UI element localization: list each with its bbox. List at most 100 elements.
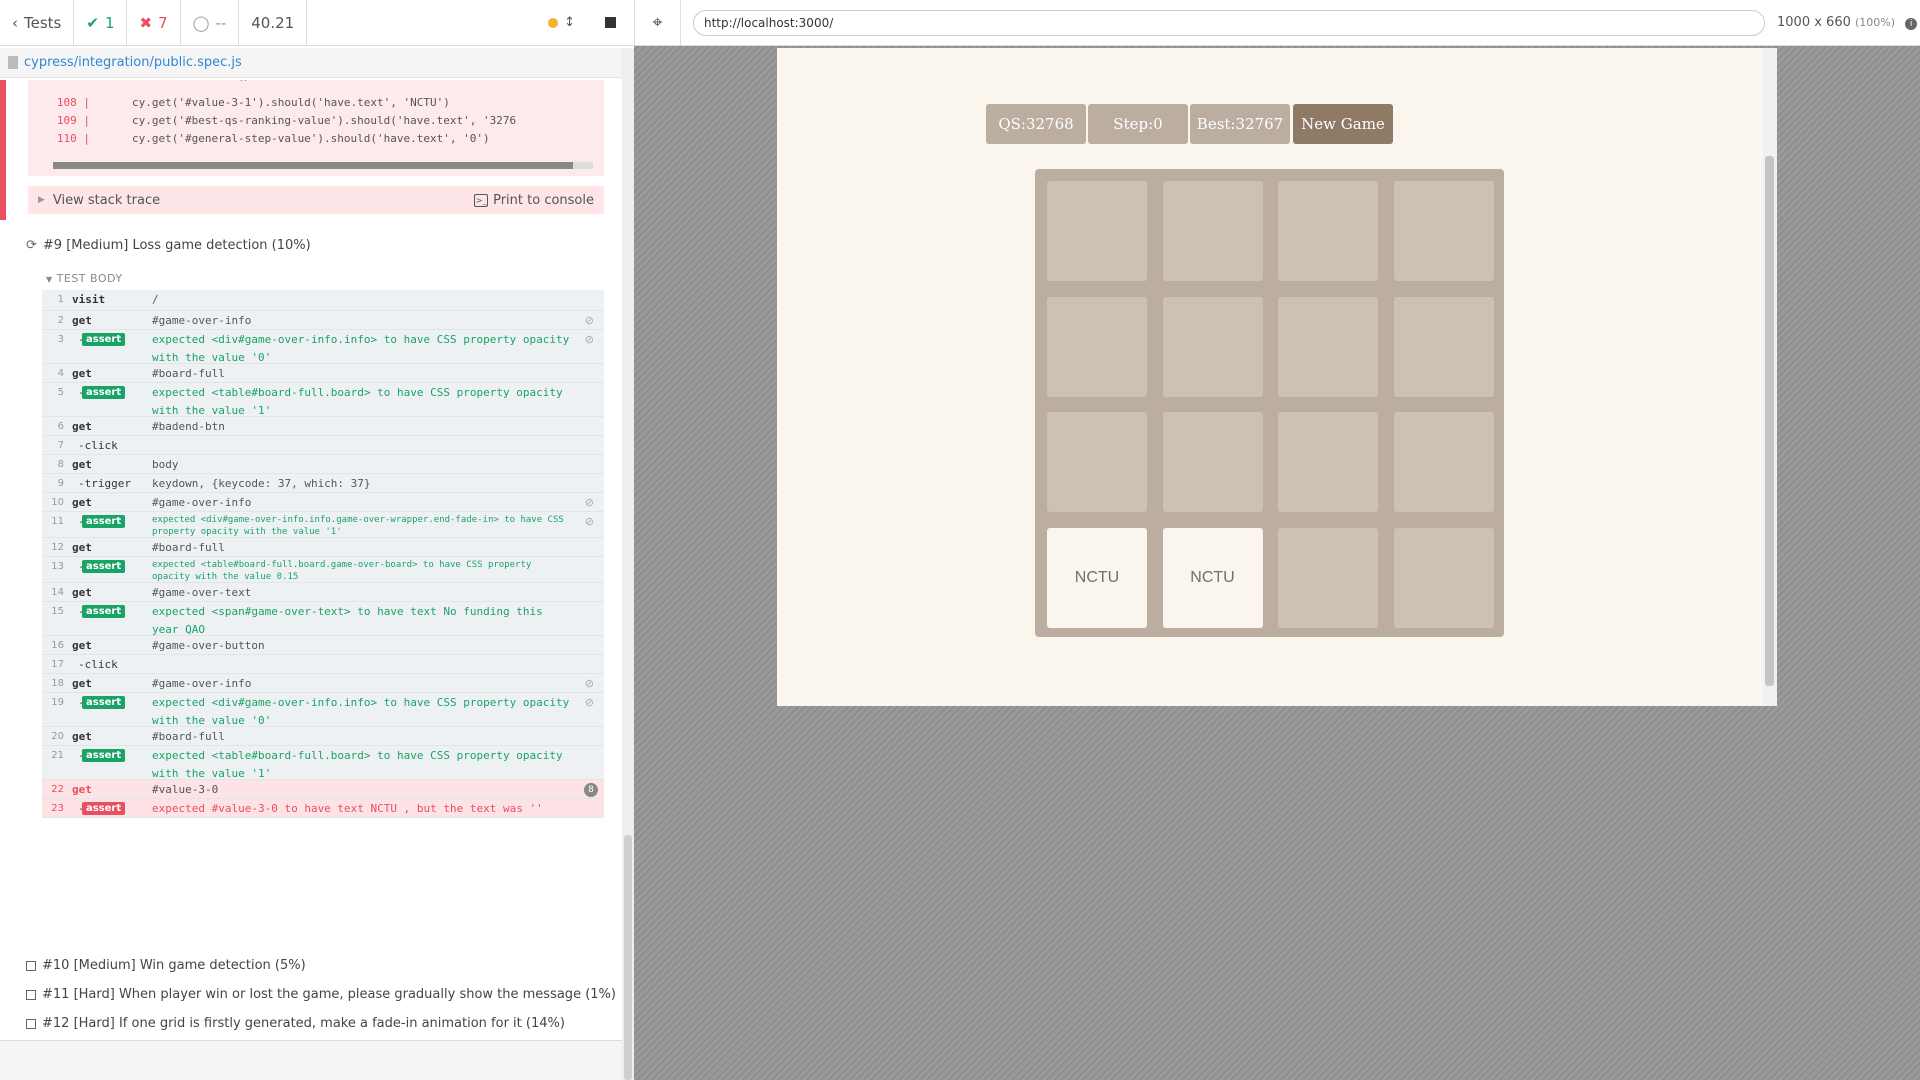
code-line: ^ — [240, 80, 247, 89]
code-scroll-thumb[interactable] — [53, 162, 573, 169]
command-message: body — [152, 458, 179, 471]
command-name: get — [72, 730, 92, 743]
test-10-title[interactable]: #10 [Medium] Win game detection (5%) — [26, 958, 306, 973]
command-row[interactable]: 6 get #badend-btn — [42, 417, 604, 436]
command-message: #game-over-info — [152, 496, 252, 509]
command-row[interactable]: 14 get #game-over-text — [42, 583, 604, 602]
command-message: #board-full — [152, 367, 225, 380]
command-message: #game-over-button — [152, 639, 265, 652]
file-icon — [8, 56, 18, 69]
stop-icon[interactable] — [605, 17, 616, 28]
command-number: 21 — [51, 750, 64, 761]
test-11-title[interactable]: #11 [Hard] When player win or lost the g… — [26, 987, 616, 1002]
command-number: 19 — [51, 697, 64, 708]
board-cell — [1162, 181, 1263, 281]
reporter-scrollbar-thumb[interactable] — [624, 835, 632, 1080]
command-row[interactable]: 12 get #board-full — [42, 538, 604, 557]
caret-down-icon: ▼ — [46, 275, 53, 284]
command-message: expected <table#board-full.board> to hav… — [152, 386, 563, 417]
url-bar[interactable]: http://localhost:3000/ — [693, 9, 1765, 36]
command-row[interactable]: 11-assertexpected <div#game-over-info.in… — [42, 512, 604, 538]
command-row[interactable]: 16 get #game-over-button — [42, 636, 604, 655]
code-line: 110 | cy.get('#general-step-value').shoul… — [56, 132, 490, 145]
command-number: 15 — [51, 606, 64, 617]
toggle-autoscroll-icon[interactable]: ↕ — [564, 15, 575, 30]
crosshair-icon[interactable]: ⌖ — [635, 0, 681, 46]
pin-badge-icon[interactable]: 8 — [584, 783, 598, 797]
run-controls: ↕ — [535, 0, 634, 45]
view-stack-trace-button[interactable]: View stack trace — [53, 193, 160, 208]
iframe-scrollbar-thumb[interactable] — [1765, 156, 1774, 686]
board-cell — [1047, 412, 1147, 512]
command-message: expected <div#game-over-info.info> to ha… — [152, 696, 570, 727]
info-icon[interactable]: i — [1905, 18, 1918, 30]
caret-right-icon: ▶ — [38, 195, 45, 205]
test-body-header[interactable]: ▼ TEST BODY — [46, 272, 123, 285]
command-row[interactable]: 22 get #value-3-0 8 — [42, 780, 604, 799]
back-to-tests-button[interactable]: ‹ Tests — [0, 0, 75, 45]
command-message: #game-over-info — [152, 314, 252, 327]
command-message: expected <table#board-full.board.game-ov… — [152, 560, 532, 582]
back-label: Tests — [24, 13, 62, 32]
command-message: #board-full — [152, 541, 225, 554]
command-name: get — [72, 314, 92, 327]
command-name: get — [72, 541, 92, 554]
running-status-icon — [548, 17, 559, 28]
chevron-left-icon: ‹ — [12, 13, 18, 32]
command-message: expected <div#game-over-info.info> to ha… — [152, 333, 570, 364]
command-row[interactable]: 4 get #board-full — [42, 364, 604, 383]
check-icon: ✔ — [86, 13, 99, 32]
spec-file-link[interactable]: cypress/integration/public.spec.js — [24, 55, 242, 70]
command-message: #badend-btn — [152, 420, 225, 433]
command-number: 2 — [57, 315, 64, 326]
assert-badge: assert — [82, 560, 126, 573]
print-to-console-button[interactable]: Print to console — [493, 193, 594, 208]
assert-badge: assert — [82, 696, 126, 709]
pending-count[interactable]: ◯ -- — [181, 0, 240, 45]
command-name: get — [72, 496, 92, 509]
command-row[interactable]: 1 visit / — [42, 290, 604, 311]
command-row[interactable]: 19-assertexpected <div#game-over-info.in… — [42, 693, 604, 727]
command-row[interactable]: 23-assertexpected #value-3-0 to have tex… — [42, 799, 604, 818]
command-row[interactable]: 2 get #game-over-info ⊘ — [42, 311, 604, 330]
passed-count[interactable]: ✔ 1 — [74, 0, 128, 45]
command-number: 7 — [57, 440, 64, 451]
new-game-button[interactable]: New Game — [1293, 104, 1393, 144]
failed-count[interactable]: ✖ 7 — [127, 0, 181, 45]
command-name: -click — [78, 658, 118, 671]
command-row[interactable]: 3-assertexpected <div#game-over-info.inf… — [42, 330, 604, 364]
board-cell — [1162, 296, 1263, 397]
command-row[interactable]: 8 get body — [42, 455, 604, 474]
assert-badge: assert — [82, 605, 126, 618]
command-row[interactable]: 17 -click — [42, 655, 604, 674]
board-cell — [1393, 296, 1494, 397]
test-12-title[interactable]: #12 [Hard] If one grid is firstly genera… — [26, 1016, 565, 1031]
command-row[interactable]: 21-assertexpected <table#board-full.boar… — [42, 746, 604, 780]
command-row[interactable]: 10 get #game-over-info ⊘ — [42, 493, 604, 512]
command-message: expected <span#game-over-text> to have t… — [152, 605, 543, 636]
board-cell — [1047, 296, 1147, 397]
command-row[interactable]: 9 -trigger keydown, {keycode: 37, which: 3… — [42, 474, 604, 493]
duration: 40.21 — [239, 0, 308, 45]
retry-icon: ⟳ — [26, 238, 37, 253]
app-under-test-pane: ⌖ http://localhost:3000/ 1000 x 660 (100… — [634, 0, 1920, 1080]
command-row[interactable]: 7 -click — [42, 436, 604, 455]
command-row[interactable]: 5-assertexpected <table#board-full.board… — [42, 383, 604, 417]
assert-badge: assert — [82, 333, 126, 346]
command-number: 6 — [57, 421, 64, 432]
board-cell — [1278, 412, 1378, 512]
command-row[interactable]: 20 get #board-full — [42, 727, 604, 746]
board-cell — [1047, 181, 1147, 281]
best-score: Best:32767 — [1190, 104, 1290, 144]
command-number: 3 — [57, 334, 64, 345]
command-number: 18 — [51, 678, 64, 689]
command-name: -click — [78, 439, 118, 452]
command-row[interactable]: 13-assertexpected <table#board-full.boar… — [42, 557, 604, 583]
command-row[interactable]: 15-assertexpected <span#game-over-text> … — [42, 602, 604, 636]
test-9-title[interactable]: ⟳ #9 [Medium] Loss game detection (10%) — [26, 238, 311, 253]
eye-slash-icon: ⊘ — [584, 314, 594, 327]
command-number: 20 — [51, 731, 64, 742]
eye-slash-icon: ⊘ — [584, 496, 594, 509]
command-name: get — [72, 586, 92, 599]
command-row[interactable]: 18 get #game-over-info ⊘ — [42, 674, 604, 693]
